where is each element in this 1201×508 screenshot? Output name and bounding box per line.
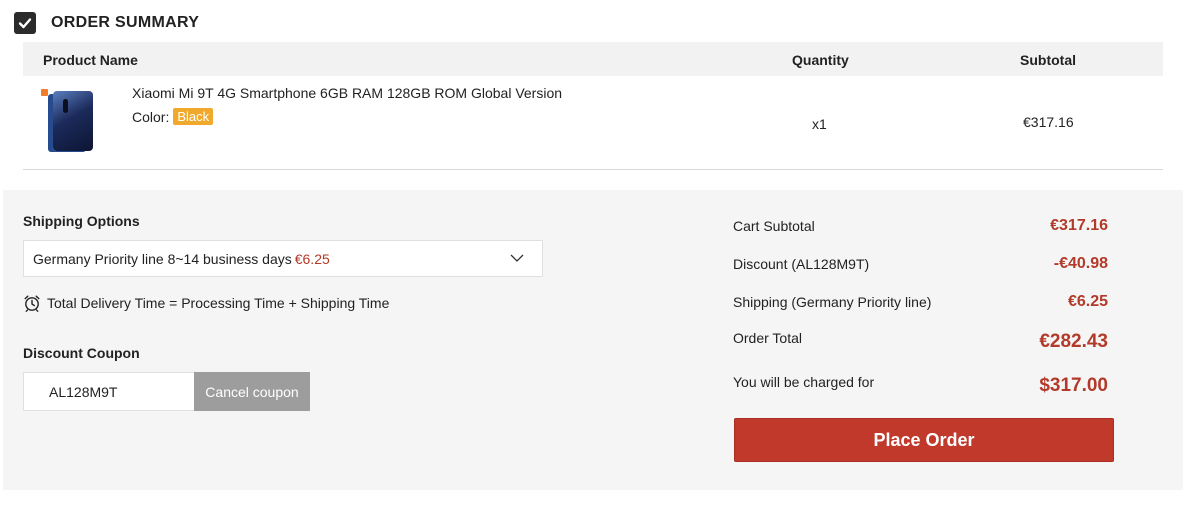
column-header-subtotal: Subtotal xyxy=(1020,52,1076,68)
place-order-button[interactable]: Place Order xyxy=(734,418,1114,462)
checkout-panel: Shipping Options Germany Priority line 8… xyxy=(3,190,1183,490)
select-all-checkbox[interactable] xyxy=(14,12,36,34)
order-total-value: €282.43 xyxy=(1039,331,1108,352)
delivery-note-text: Total Delivery Time = Processing Time + … xyxy=(47,295,390,311)
product-name-link[interactable]: Xiaomi Mi 9T 4G Smartphone 6GB RAM 128GB… xyxy=(132,85,562,101)
table-header: Product Name Quantity Subtotal xyxy=(23,42,1163,76)
shipping-selected-text: Germany Priority line 8~14 business days xyxy=(33,250,292,267)
shipping-summary-value: €6.25 xyxy=(1067,293,1108,310)
coupon-input[interactable]: AL128M9T xyxy=(23,372,195,411)
shipping-options-label: Shipping Options xyxy=(23,213,140,229)
table-row: Xiaomi Mi 9T 4G Smartphone 6GB RAM 128GB… xyxy=(23,76,1163,170)
row-subtotal: €317.16 xyxy=(1023,114,1074,130)
order-summary-header: ORDER SUMMARY xyxy=(14,10,199,36)
chevron-down-icon xyxy=(510,254,524,262)
charged-value: $317.00 xyxy=(1039,375,1108,396)
product-image[interactable] xyxy=(41,87,97,151)
order-total-label: Order Total xyxy=(733,330,802,346)
cart-subtotal-label: Cart Subtotal xyxy=(733,218,815,234)
column-header-quantity: Quantity xyxy=(792,52,849,68)
discount-coupon-label: Discount Coupon xyxy=(23,345,140,361)
color-badge: Black xyxy=(173,108,214,125)
color-label: Color: xyxy=(132,108,170,125)
phone-image xyxy=(53,91,93,151)
cart-subtotal-value: €317.16 xyxy=(1050,217,1108,234)
discount-label: Discount (AL128M9T) xyxy=(733,256,870,272)
product-color: Color: Black xyxy=(132,108,214,125)
shipping-selected-price: €6.25 xyxy=(294,250,330,267)
shipping-summary-label: Shipping (Germany Priority line) xyxy=(733,294,932,310)
delivery-note: Total Delivery Time = Processing Time + … xyxy=(23,294,389,312)
brand-logo-icon xyxy=(41,89,48,96)
camera-image xyxy=(63,99,68,113)
quantity-value: x1 xyxy=(812,116,827,132)
checkmark-icon xyxy=(18,18,32,29)
cancel-coupon-button[interactable]: Cancel coupon xyxy=(194,372,310,411)
shipping-select[interactable]: Germany Priority line 8~14 business days… xyxy=(23,240,543,277)
column-header-product-name: Product Name xyxy=(43,52,138,68)
page-title: ORDER SUMMARY xyxy=(51,14,200,31)
alarm-clock-icon xyxy=(24,295,40,312)
charged-label: You will be charged for xyxy=(733,374,875,390)
discount-value: -€40.98 xyxy=(1053,255,1108,272)
